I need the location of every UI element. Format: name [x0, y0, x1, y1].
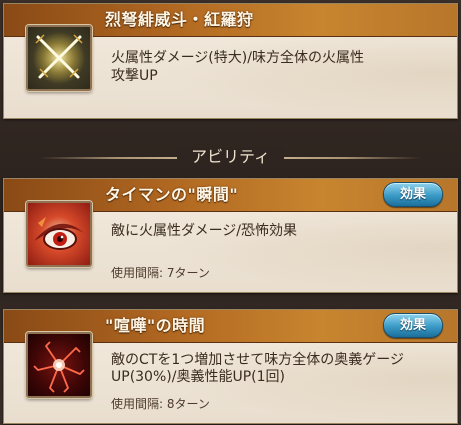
ability-description-2-line2: UP(30%)/奥義性能UP(1回)	[111, 369, 285, 385]
effect-button-2[interactable]: 効果	[383, 313, 443, 338]
support-skill-description-line2: 攻撃UP	[111, 68, 158, 84]
effect-button-1[interactable]: 効果	[383, 182, 443, 207]
ability-cooldown-2: 使用間隔: 8ターン	[111, 397, 210, 411]
section-title: アビリティ	[176, 147, 285, 166]
ability-description-2-line1: 敵のCTを1つ増加させて味方全体の奥義ゲージ	[111, 352, 404, 368]
ability-description-1: 敵に火属性ダメージ/恐怖効果	[111, 223, 298, 239]
ability-card-2[interactable]: "喧嘩"の時間 効果 敵のCTを1つ増加させて味方全体の奥義ゲージ UP(30%…	[3, 309, 458, 424]
support-skill-description-line1: 火属性ダメージ(特大)/味方全体の火属性	[111, 50, 364, 66]
fire-eye-icon[interactable]	[26, 201, 92, 267]
ability-panel: 烈弩緋威斗・紅羅狩 火属性ダメージ(特大)/味方全体の火属性 攻撃UP アビリテ…	[0, 0, 461, 425]
ability-cooldown-1: 使用間隔: 7ターン	[111, 266, 210, 280]
ability-name-1: タイマンの"瞬間"	[105, 185, 239, 204]
support-skill-card: 烈弩緋威斗・紅羅狩 火属性ダメージ(特大)/味方全体の火属性 攻撃UP	[3, 3, 458, 119]
ability-name-2: "喧嘩"の時間	[105, 316, 206, 335]
red-lightning-icon[interactable]	[26, 332, 92, 398]
ability-card-1[interactable]: タイマンの"瞬間" 効果 敵に火属性ダメージ/恐怖効果 使用間隔: 7ターン	[3, 178, 458, 293]
ability-section-divider: アビリティ	[0, 140, 461, 176]
support-skill-title: 烈弩緋威斗・紅羅狩	[105, 10, 254, 29]
crossed-swords-icon	[26, 25, 92, 91]
